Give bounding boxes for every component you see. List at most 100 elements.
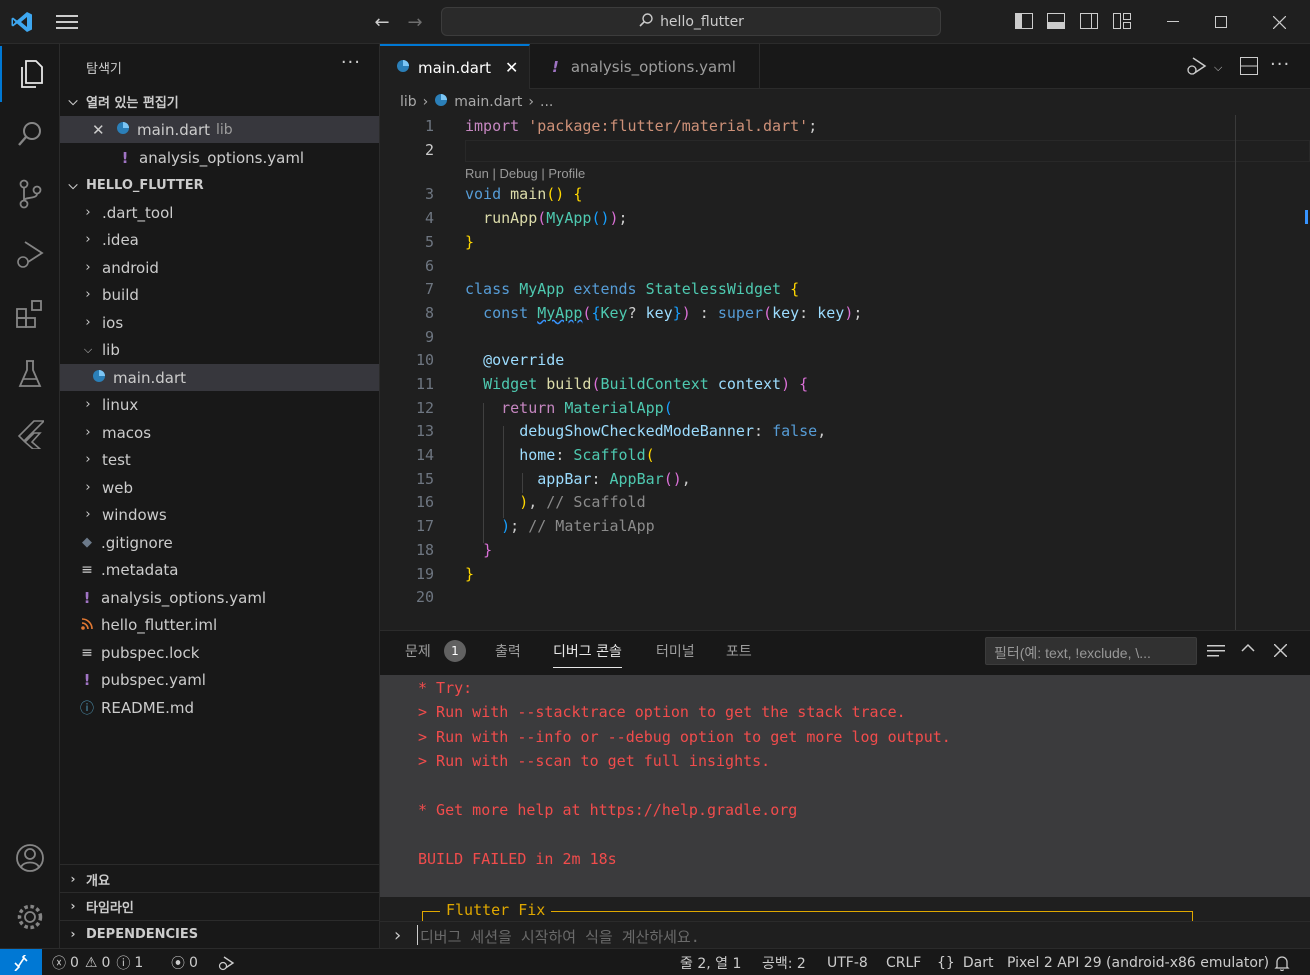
activity-bar bbox=[0, 44, 60, 948]
eol-status[interactable]: CRLF bbox=[886, 949, 921, 975]
timeline-header[interactable]: › 타임라인 bbox=[60, 893, 379, 919]
extensions-icon[interactable] bbox=[0, 286, 60, 342]
customize-layout-icon[interactable] bbox=[1111, 10, 1133, 32]
tree-item-folder[interactable]: › build bbox=[60, 281, 379, 308]
flutter-icon[interactable] bbox=[0, 406, 60, 462]
tree-item-label: analysis_options.yaml bbox=[101, 588, 267, 607]
tree-item-file[interactable]: main.dart bbox=[60, 364, 379, 391]
tree-item-folder[interactable]: › ios bbox=[60, 309, 379, 336]
chevron-right-icon: › bbox=[85, 287, 91, 302]
tree-item-folder[interactable]: › web bbox=[60, 474, 379, 501]
open-editor-item[interactable]: ! analysis_options.yaml bbox=[60, 144, 379, 171]
line-number: 10 bbox=[415, 351, 434, 369]
text-file-icon: ≡ bbox=[81, 561, 93, 578]
bottom-panel: 문제 1 출력 디버그 콘솔 터미널 포트 필터(예: text, !exclu… bbox=[380, 630, 1310, 949]
command-center-search[interactable]: hello_flutter bbox=[441, 7, 941, 36]
toggle-secondary-sidebar-icon[interactable] bbox=[1078, 10, 1100, 32]
repl-input[interactable]: 디버그 세션을 시작하여 식을 계산하세요. bbox=[420, 926, 700, 947]
project-header[interactable]: ⌵ HELLO_FLUTTER bbox=[60, 172, 379, 198]
close-window-icon[interactable] bbox=[1256, 10, 1302, 34]
notifications-bell-icon[interactable] bbox=[1274, 949, 1290, 975]
maximize-panel-icon[interactable] bbox=[1241, 640, 1255, 659]
tree-item-file[interactable]: ! analysis_options.yaml bbox=[60, 584, 379, 611]
explorer-icon[interactable] bbox=[0, 46, 60, 102]
menu-icon[interactable] bbox=[54, 10, 80, 34]
chevron-right-icon: › bbox=[70, 899, 76, 913]
search-text: hello_flutter bbox=[660, 13, 744, 30]
yaml-file-icon: ! bbox=[83, 588, 91, 607]
code-editor[interactable]: 1 2 3 4 5 6 7 8 9 10 11 12 13 14 15 16 1… bbox=[380, 115, 1310, 630]
encoding-status[interactable]: UTF-8 bbox=[827, 949, 868, 975]
maximize-window-icon[interactable] bbox=[1198, 10, 1244, 34]
search-view-icon[interactable] bbox=[0, 106, 60, 162]
open-editors-header[interactable]: ⌵ 열려 있는 편집기 bbox=[60, 88, 379, 114]
tree-item-folder[interactable]: ⌵ lib bbox=[60, 336, 379, 363]
tab-debug-console[interactable]: 디버그 콘솔 bbox=[553, 641, 622, 668]
tree-item-folder[interactable]: › test bbox=[60, 446, 379, 473]
tree-item-folder[interactable]: › macos bbox=[60, 419, 379, 446]
tab-output[interactable]: 출력 bbox=[495, 641, 521, 661]
chevron-right-icon: › bbox=[394, 925, 402, 946]
remote-indicator-icon[interactable] bbox=[0, 949, 42, 975]
tab-terminal[interactable]: 터미널 bbox=[656, 641, 695, 661]
tree-item-folder[interactable]: › .dart_tool bbox=[60, 199, 379, 226]
language-mode[interactable]: {} Dart bbox=[937, 949, 993, 975]
back-arrow-icon[interactable]: ← bbox=[370, 10, 394, 34]
filter-input[interactable]: 필터(예: text, !exclude, \... bbox=[985, 637, 1197, 665]
more-actions-icon[interactable]: ··· bbox=[341, 52, 361, 73]
indentation-status[interactable]: 공백: 2 bbox=[762, 949, 806, 975]
tab-ports[interactable]: 포트 bbox=[726, 641, 752, 661]
toggle-panel-icon[interactable] bbox=[1045, 10, 1067, 32]
tree-item-label: README.md bbox=[101, 698, 195, 717]
braces-icon: {} bbox=[937, 954, 955, 971]
code-line: } bbox=[483, 541, 493, 559]
dependencies-header[interactable]: › DEPENDENCIES bbox=[60, 921, 379, 947]
tab-main-dart[interactable]: main.dart ✕ bbox=[380, 44, 530, 89]
word-wrap-list-icon[interactable] bbox=[1207, 643, 1225, 663]
source-control-icon[interactable] bbox=[0, 166, 60, 222]
account-icon[interactable] bbox=[0, 830, 60, 886]
tab-analysis-options[interactable]: ! analysis_options.yaml bbox=[530, 44, 760, 89]
tree-item-file[interactable]: ◆ .gitignore bbox=[60, 529, 379, 556]
more-actions-icon[interactable]: ··· bbox=[1270, 54, 1290, 75]
chevron-right-icon: › bbox=[85, 480, 91, 495]
chevron-right-icon: › bbox=[422, 94, 429, 110]
text-cursor bbox=[417, 925, 418, 945]
codelens[interactable]: Run | Debug | Profile bbox=[465, 166, 585, 181]
tree-item-folder[interactable]: › .idea bbox=[60, 226, 379, 253]
forward-arrow-icon[interactable]: → bbox=[403, 10, 427, 34]
dart-file-icon bbox=[396, 59, 410, 77]
tree-item-file[interactable]: ≡ .metadata bbox=[60, 556, 379, 583]
tree-item-file[interactable]: ≡ pubspec.lock bbox=[60, 639, 379, 666]
close-icon[interactable]: ✕ bbox=[92, 121, 108, 139]
breadcrumb-file[interactable]: main.dart bbox=[454, 94, 522, 110]
cursor-position[interactable]: 줄 2, 열 1 bbox=[680, 949, 741, 975]
close-panel-icon[interactable] bbox=[1273, 643, 1288, 661]
tree-item-folder[interactable]: › windows bbox=[60, 501, 379, 528]
tree-item-folder[interactable]: › android bbox=[60, 254, 379, 281]
debug-status-icon[interactable] bbox=[218, 949, 236, 975]
tree-item-label: build bbox=[102, 285, 139, 304]
tree-item-folder[interactable]: › linux bbox=[60, 391, 379, 418]
open-editor-item[interactable]: ✕ main.dart lib bbox=[60, 116, 379, 143]
settings-gear-icon[interactable] bbox=[0, 889, 60, 945]
tree-item-file[interactable]: ⓘ README.md bbox=[60, 694, 379, 721]
outline-header[interactable]: › 개요 bbox=[60, 866, 379, 892]
tab-problems[interactable]: 문제 bbox=[405, 641, 431, 661]
tree-item-label: android bbox=[102, 258, 159, 277]
minimize-window-icon[interactable] bbox=[1150, 10, 1196, 34]
tree-item-file[interactable]: hello_flutter.iml bbox=[60, 611, 379, 638]
close-tab-icon[interactable]: ✕ bbox=[505, 58, 518, 77]
problems-status[interactable]: ⓧ 0 ⚠ 0 ⓘ 1 bbox=[52, 949, 143, 975]
split-editor-icon[interactable] bbox=[1240, 57, 1258, 79]
breadcrumb-folder[interactable]: lib bbox=[400, 94, 417, 110]
testing-flask-icon[interactable] bbox=[0, 346, 60, 402]
tree-item-file[interactable]: ! pubspec.yaml bbox=[60, 666, 379, 693]
run-and-debug-icon[interactable] bbox=[0, 226, 60, 282]
breadcrumb-more[interactable]: ... bbox=[540, 94, 553, 110]
ports-status[interactable]: ⦿ 0 bbox=[171, 949, 198, 975]
device-selector[interactable]: Pixel 2 API 29 (android-x86 emulator) bbox=[1007, 949, 1269, 975]
run-debug-dropdown[interactable]: ⌵ bbox=[1186, 56, 1222, 80]
toggle-primary-sidebar-icon[interactable] bbox=[1013, 10, 1035, 32]
line-number: 20 bbox=[415, 588, 434, 606]
